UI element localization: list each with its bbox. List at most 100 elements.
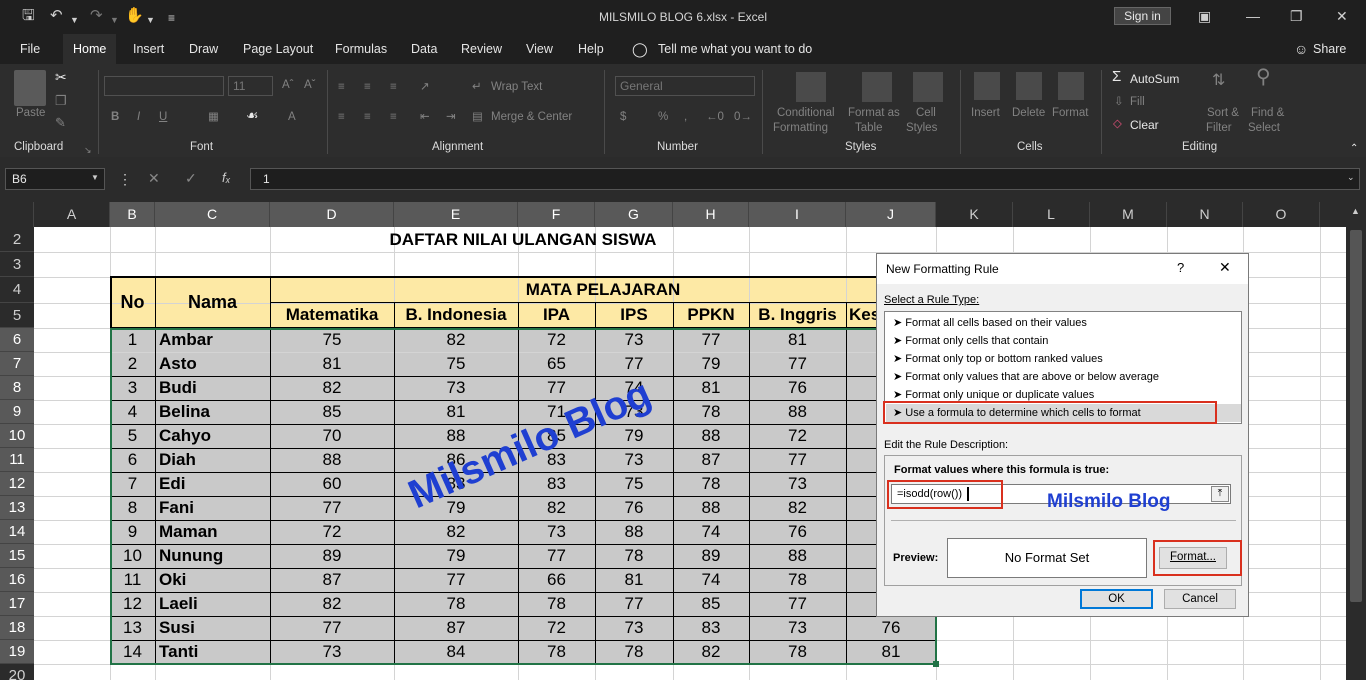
shrink-font-icon: Aˇ xyxy=(304,79,316,91)
clipboard-launcher-icon: ↘ xyxy=(84,145,92,155)
name-box[interactable]: B6 xyxy=(5,168,105,190)
collapse-dialog-icon[interactable]: ⤒ xyxy=(1211,486,1229,502)
cell-styles-icon xyxy=(913,72,943,102)
vertical-scrollbar[interactable]: ▲ xyxy=(1346,202,1366,680)
scroll-thumb[interactable] xyxy=(1350,230,1362,602)
delete-cells-icon xyxy=(1016,72,1042,100)
formula-input[interactable]: 1 xyxy=(250,168,1360,190)
select-all-corner[interactable] xyxy=(0,202,34,227)
row-header[interactable]: 4 xyxy=(0,277,34,303)
tab-file[interactable]: File xyxy=(20,34,40,64)
align-top-icon: ≡ xyxy=(338,81,345,93)
dialog-close-icon[interactable]: ✕ xyxy=(1219,259,1231,276)
tab-page-layout[interactable]: Page Layout xyxy=(243,34,313,64)
column-header-D[interactable]: D xyxy=(270,202,394,227)
decrease-decimal-icon: 0→ xyxy=(734,111,752,123)
column-header-E[interactable]: E xyxy=(394,202,518,227)
percent-icon: % xyxy=(658,111,669,123)
eraser-icon[interactable]: ◇ xyxy=(1113,117,1122,131)
italic-icon: I xyxy=(137,111,141,123)
row-header[interactable]: 2 xyxy=(0,227,34,252)
rule-type-item[interactable]: ➤ Format only cells that contain xyxy=(893,332,1048,350)
insert-function-icon[interactable]: fₓ xyxy=(222,170,231,185)
cell-styles-button: Cell xyxy=(916,107,936,119)
column-header-G[interactable]: G xyxy=(595,202,673,227)
sort-filter-icon: ⇅ xyxy=(1212,72,1226,89)
sign-in-button[interactable]: Sign in xyxy=(1114,7,1171,25)
scroll-up-icon[interactable]: ▲ xyxy=(1351,206,1360,216)
tab-home[interactable]: Home xyxy=(63,34,117,64)
row-header[interactable]: 10 xyxy=(0,424,34,448)
collapse-ribbon-icon[interactable]: ⌃ xyxy=(1350,142,1358,156)
row-header[interactable]: 16 xyxy=(0,568,34,592)
ribbon: Paste ✂ ❐ ✎ Clipboard ↘ 11 Aˆ Aˇ B I U ▦… xyxy=(0,64,1366,157)
cancel-button[interactable]: Cancel xyxy=(1164,589,1236,609)
help-icon[interactable]: ? xyxy=(1177,260,1184,275)
row-header[interactable]: 11 xyxy=(0,448,34,472)
row-header[interactable]: 13 xyxy=(0,496,34,520)
tab-data[interactable]: Data xyxy=(411,34,437,64)
column-header-F[interactable]: F xyxy=(518,202,595,227)
column-header-H[interactable]: H xyxy=(673,202,749,227)
tab-draw[interactable]: Draw xyxy=(189,34,218,64)
column-header-K[interactable]: K xyxy=(936,202,1013,227)
subject-header: PPKN xyxy=(687,305,735,324)
row-header[interactable]: 6 xyxy=(0,328,34,352)
format-as-table-line2: Table xyxy=(855,122,883,134)
tab-review[interactable]: Review xyxy=(461,34,502,64)
column-header-N[interactable]: N xyxy=(1167,202,1243,227)
column-header-O[interactable]: O xyxy=(1243,202,1320,227)
column-header-L[interactable]: L xyxy=(1013,202,1090,227)
row-header[interactable]: 20 xyxy=(0,664,34,680)
column-header-M[interactable]: M xyxy=(1090,202,1167,227)
cut-icon[interactable]: ✂ xyxy=(55,70,67,84)
column-header-A[interactable]: A xyxy=(34,202,110,227)
column-header-I[interactable]: I xyxy=(749,202,846,227)
tell-me-search[interactable]: Tell me what you want to do xyxy=(658,34,812,64)
subject-header: Matematika xyxy=(285,305,379,324)
ok-button[interactable]: OK xyxy=(1080,589,1153,609)
row-header[interactable]: 8 xyxy=(0,376,34,400)
rule-type-item[interactable]: ➤ Format all cells based on their values xyxy=(893,314,1087,332)
paste-button: Paste xyxy=(16,107,46,119)
group-styles: Styles xyxy=(845,141,877,153)
row-header[interactable]: 14 xyxy=(0,520,34,544)
row-header[interactable]: 15 xyxy=(0,544,34,568)
row-header[interactable]: 12 xyxy=(0,472,34,496)
tab-insert[interactable]: Insert xyxy=(133,34,164,64)
row-header[interactable]: 17 xyxy=(0,592,34,616)
row-header[interactable]: 9 xyxy=(0,400,34,424)
close-icon[interactable]: ✕ xyxy=(1336,8,1348,25)
name-box-dropdown-icon[interactable]: ▼ xyxy=(91,173,99,182)
find-select-icon: ⚲ xyxy=(1256,66,1271,88)
format-cells-icon xyxy=(1058,72,1084,100)
clear-button[interactable]: Clear xyxy=(1130,118,1159,132)
row-headers: 2 3 4 5 6 7 8 9 10 11 12 13 14 15 16 17 … xyxy=(0,227,34,680)
header-no: No xyxy=(120,292,145,312)
rule-type-item[interactable]: ➤ Format only top or bottom ranked value… xyxy=(893,350,1103,368)
restore-icon[interactable]: ❐ xyxy=(1290,8,1303,25)
column-header-B[interactable]: B xyxy=(110,202,155,227)
row-header[interactable]: 19 xyxy=(0,640,34,664)
conditional-formatting-icon xyxy=(796,72,826,102)
table-border-line xyxy=(110,276,937,278)
autosum-button[interactable]: AutoSum xyxy=(1130,72,1179,86)
row-header[interactable]: 3 xyxy=(0,252,34,277)
rule-type-item[interactable]: ➤ Format only values that are above or b… xyxy=(893,368,1159,386)
column-header-C[interactable]: C xyxy=(155,202,270,227)
row-header[interactable]: 7 xyxy=(0,352,34,376)
autosum-icon[interactable]: Σ xyxy=(1112,69,1121,84)
row-header[interactable]: 18 xyxy=(0,616,34,640)
fill-color-icon[interactable]: ☙ xyxy=(246,108,259,122)
expand-formula-icon[interactable]: ⌄ xyxy=(1347,172,1355,183)
tab-formulas[interactable]: Formulas xyxy=(335,34,387,64)
ribbon-display-icon[interactable]: ▣ xyxy=(1198,8,1211,25)
separator xyxy=(960,70,961,154)
row-header[interactable]: 5 xyxy=(0,303,34,328)
minimize-icon[interactable]: — xyxy=(1246,8,1260,24)
column-header-J[interactable]: J xyxy=(846,202,936,227)
share-button[interactable]: Share xyxy=(1313,34,1346,64)
fill-handle[interactable] xyxy=(933,661,939,667)
tab-help[interactable]: Help xyxy=(578,34,604,64)
tab-view[interactable]: View xyxy=(526,34,553,64)
